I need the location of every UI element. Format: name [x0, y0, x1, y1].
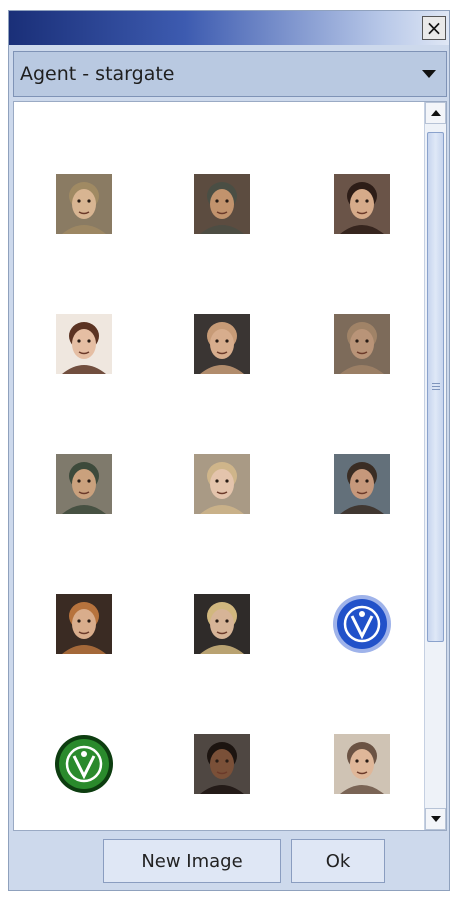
portrait-image [194, 174, 250, 234]
grip-line [432, 383, 440, 384]
portrait-image [194, 594, 250, 654]
arrow-down-icon [430, 816, 441, 822]
scrollbar-thumb[interactable] [427, 132, 444, 642]
scroll-up-button[interactable] [425, 102, 446, 124]
image-grid [14, 102, 426, 830]
agent-portrait-10[interactable] [52, 592, 116, 656]
emblem-image [55, 735, 113, 793]
portrait-image [334, 734, 390, 794]
portrait-image [56, 454, 112, 514]
portrait-image [56, 314, 112, 374]
agent-portrait-9[interactable] [330, 452, 394, 516]
portrait-image [194, 314, 250, 374]
portrait-image [56, 594, 112, 654]
agent-portrait-7[interactable] [52, 452, 116, 516]
alpha-site-emblem-icon[interactable] [52, 732, 116, 796]
portrait-image [334, 174, 390, 234]
agent-portrait-13[interactable] [330, 732, 394, 796]
scroll-down-button[interactable] [425, 808, 446, 830]
image-grid-panel [13, 101, 447, 831]
agent-portrait-12[interactable] [190, 732, 254, 796]
portrait-image [56, 174, 112, 234]
vertical-scrollbar[interactable] [424, 102, 446, 830]
agent-portrait-8[interactable] [190, 452, 254, 516]
agent-portrait-3[interactable] [330, 172, 394, 236]
agent-portrait-6[interactable] [330, 312, 394, 376]
chevron-down-icon [422, 70, 436, 78]
grip-line [432, 389, 440, 390]
close-button[interactable]: × [422, 16, 446, 40]
new-image-button[interactable]: New Image [103, 839, 281, 883]
grip-line [432, 386, 440, 387]
emblem-image [333, 595, 391, 653]
portrait-image [334, 454, 390, 514]
dropdown-button[interactable] [412, 52, 446, 96]
agent-portrait-11[interactable] [190, 592, 254, 656]
image-chooser-window: × Agent - stargate New Image Ok [8, 10, 450, 891]
portrait-image [194, 454, 250, 514]
dialog-footer: New Image Ok [13, 835, 447, 889]
ok-button[interactable]: Ok [291, 839, 385, 883]
agent-portrait-4[interactable] [52, 312, 116, 376]
title-bar[interactable]: × [9, 11, 449, 45]
image-set-dropdown[interactable]: Agent - stargate [13, 51, 447, 97]
agent-portrait-5[interactable] [190, 312, 254, 376]
stargate-command-emblem-icon[interactable] [330, 592, 394, 656]
dropdown-selected-value: Agent - stargate [20, 63, 175, 85]
portrait-image [194, 734, 250, 794]
portrait-image [334, 314, 390, 374]
arrow-up-icon [430, 110, 441, 116]
close-icon: × [425, 16, 443, 40]
agent-portrait-1[interactable] [52, 172, 116, 236]
agent-portrait-2[interactable] [190, 172, 254, 236]
